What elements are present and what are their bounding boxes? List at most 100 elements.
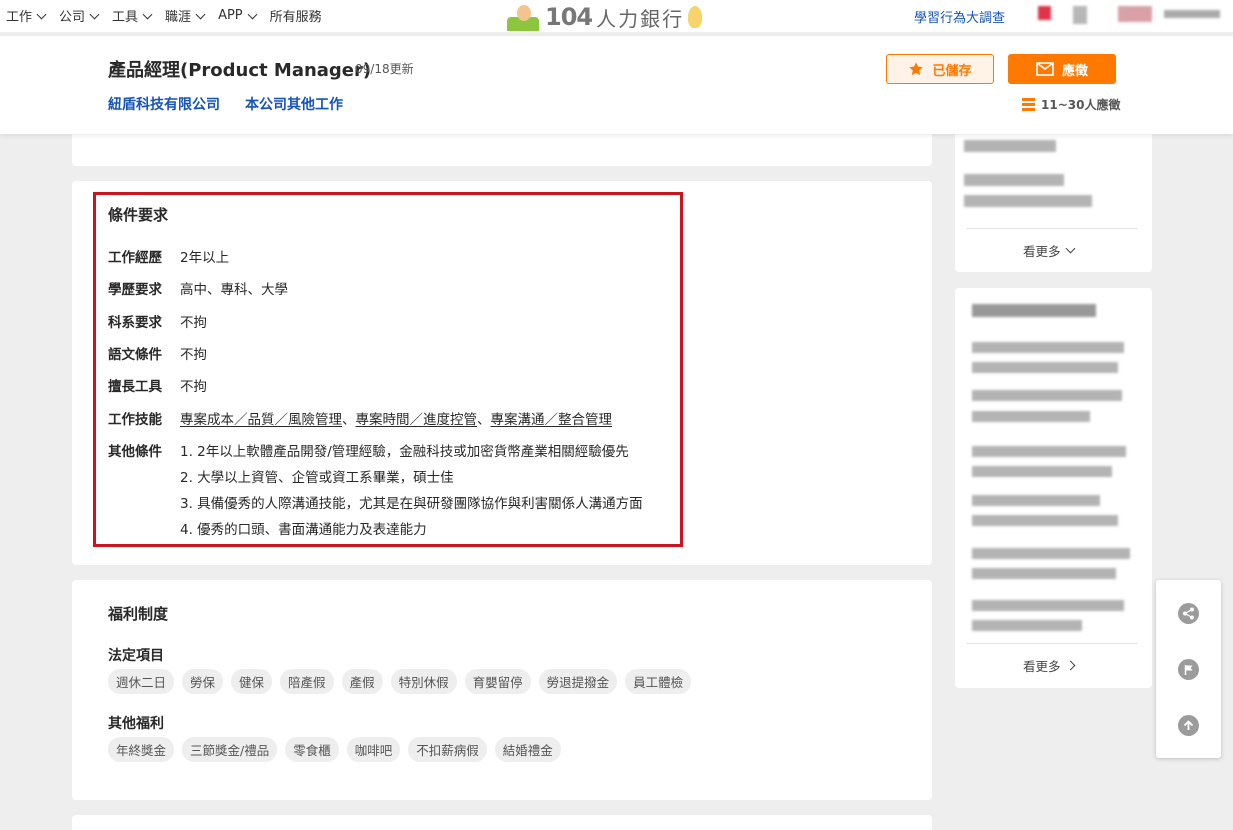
share-icon[interactable] [1178,603,1199,624]
company-link[interactable]: 紐盾科技有限公司 [108,94,220,114]
nav-item-tools[interactable]: 工具 [112,6,153,25]
benefit-tag[interactable]: 特別休假 [390,669,457,694]
benefit-tag[interactable]: 年終獎金 [108,737,175,762]
star-icon [909,62,924,76]
benefits-title: 福利制度 [108,605,169,623]
saved-label: 已儲存 [932,63,972,79]
other-condition-item: 4. 優秀的口頭、書面溝通能力及表達能力 [180,522,427,538]
req-row-other: 其他條件 1. 2年以上軟體產品開發/管理經驗，金融科技或加密貨幣產業相關經驗優… [108,440,643,538]
benefit-tag[interactable]: 結婚禮金 [494,737,561,762]
mascot-icon [507,3,543,31]
req-row-department: 科系要求 不拘 [108,311,207,331]
back-to-top-icon[interactable] [1178,715,1199,736]
blurred-sidebar-text [972,620,1082,631]
nav-item-company[interactable]: 公司 [59,6,100,25]
nav-item-all-services[interactable]: 所有服務 [270,6,322,25]
chevron-down-icon [89,9,100,19]
mascot-icon [688,6,703,28]
benefit-tag[interactable]: 咖啡吧 [346,737,401,762]
blurred-sidebar-text [972,342,1124,353]
message-icon[interactable] [1073,6,1087,24]
job-header: 產品經理(Product Manager) 09/18更新 紐盾科技有限公司 本… [0,36,1233,134]
see-more-label: 看更多 [1023,244,1061,259]
blurred-sidebar-text [964,195,1092,207]
nav-label: 公司 [59,10,86,25]
req-label: 學歷要求 [108,282,162,298]
req-row-experience: 工作經歷 2年以上 [108,246,229,266]
benefit-tag[interactable]: 週休二日 [108,669,175,694]
notification-icon[interactable] [1038,6,1051,20]
benefit-tag[interactable]: 育嬰留停 [464,669,531,694]
apply-button[interactable]: 應徵 [1008,54,1116,84]
avatar[interactable] [1118,6,1152,22]
req-value: 不拘 [180,315,207,331]
req-label: 其他條件 [108,444,162,460]
nav-item-app[interactable]: APP [218,6,258,25]
skill-link[interactable]: 專案時間 [356,412,410,428]
skill-link[interactable]: 風險管理 [288,412,342,428]
divider [966,228,1138,229]
other-condition-item: 2. 大學以上資管、企管或資工系畢業，碩士佳 [180,470,454,486]
skill-link[interactable]: 專案溝通 [491,412,545,428]
main-menu: 工作 公司 工具 職涯 APP 所有服務 [6,6,322,25]
skill-link[interactable]: 整合管理 [558,412,612,428]
req-label: 工作經歷 [108,250,162,266]
benefit-tag[interactable]: 勞退提撥金 [538,669,618,694]
floating-toolbar [1156,580,1221,758]
see-more-link-2[interactable]: 看更多 [1023,656,1075,675]
other-benefit-tags: 年終獎金 三節獎金/禮品 零食櫃 咖啡吧 不扣薪病假 結婚禮金 [108,737,561,762]
other-condition-item: 1. 2年以上軟體產品開發/管理經驗，金融科技或加密貨幣產業相關經驗優先 [180,444,629,460]
report-flag-icon[interactable] [1178,659,1199,680]
job-title: 產品經理(Product Manager) [108,60,372,81]
top-nav: 工作 公司 工具 職涯 APP 所有服務 104 人力銀行 學習行為大調查 [0,0,1233,32]
benefit-tag[interactable]: 不扣薪病假 [408,737,487,762]
benefit-tag[interactable]: 勞保 [182,669,224,694]
blurred-sidebar-text [972,446,1126,457]
skill-link[interactable]: 品質 [248,412,275,428]
benefit-tag[interactable]: 產假 [341,669,383,694]
benefit-tag[interactable]: 零食櫃 [285,737,339,762]
skill-link[interactable]: 專案成本 [180,412,234,428]
blurred-sidebar-text [972,568,1116,579]
blurred-sidebar-text [972,548,1130,559]
next-section-card [72,815,932,830]
other-benefits-title: 其他福利 [108,716,164,732]
nav-label: 工具 [112,10,139,25]
saved-button[interactable]: 已儲存 [886,54,994,84]
blurred-sidebar-text [972,304,1096,317]
req-label: 工作技能 [108,412,162,428]
nav-item-career[interactable]: 職涯 [165,6,206,25]
req-value: 高中、專科、大學 [180,282,288,298]
logo-number: 104 [545,3,593,31]
user-menu[interactable] [1164,10,1220,18]
req-row-tools: 擅長工具 不拘 [108,375,207,395]
divider [966,643,1138,644]
req-value: 2年以上 [180,250,230,266]
chevron-down-icon [247,9,258,19]
applicant-count: 11~30人應徵 [1022,96,1120,113]
other-conditions-list: 1. 2年以上軟體產品開發/管理經驗，金融科技或加密貨幣產業相關經驗優先 2. … [180,440,643,538]
chevron-down-icon [195,9,206,19]
blurred-sidebar-text [972,411,1090,422]
req-row-language: 語文條件 不拘 [108,343,207,363]
applicant-bars-icon [1022,98,1035,111]
benefit-tag[interactable]: 陪產假 [280,669,334,694]
benefit-tag[interactable]: 三節獎金/禮品 [182,737,278,762]
site-logo[interactable]: 104 人力銀行 [507,2,712,32]
logo-text: 人力銀行 [596,6,685,31]
benefit-tag[interactable]: 健保 [231,669,273,694]
other-jobs-link[interactable]: 本公司其他工作 [245,94,343,114]
req-label: 擅長工具 [108,379,162,395]
blurred-sidebar-text [972,600,1124,611]
chevron-down-icon [142,9,153,19]
blurred-sidebar-text [972,362,1118,373]
blurred-sidebar-text [964,140,1056,152]
survey-link[interactable]: 學習行為大調查 [914,7,1005,26]
applicant-count-label: 11~30人應徵 [1041,98,1121,112]
benefit-tag[interactable]: 員工體檢 [625,669,692,694]
nav-item-jobs[interactable]: 工作 [6,6,47,25]
see-more-link-1[interactable]: 看更多 [1023,241,1075,260]
skill-link[interactable]: 進度控管 [423,412,477,428]
req-value: 不拘 [180,379,207,395]
req-label: 語文條件 [108,347,162,363]
